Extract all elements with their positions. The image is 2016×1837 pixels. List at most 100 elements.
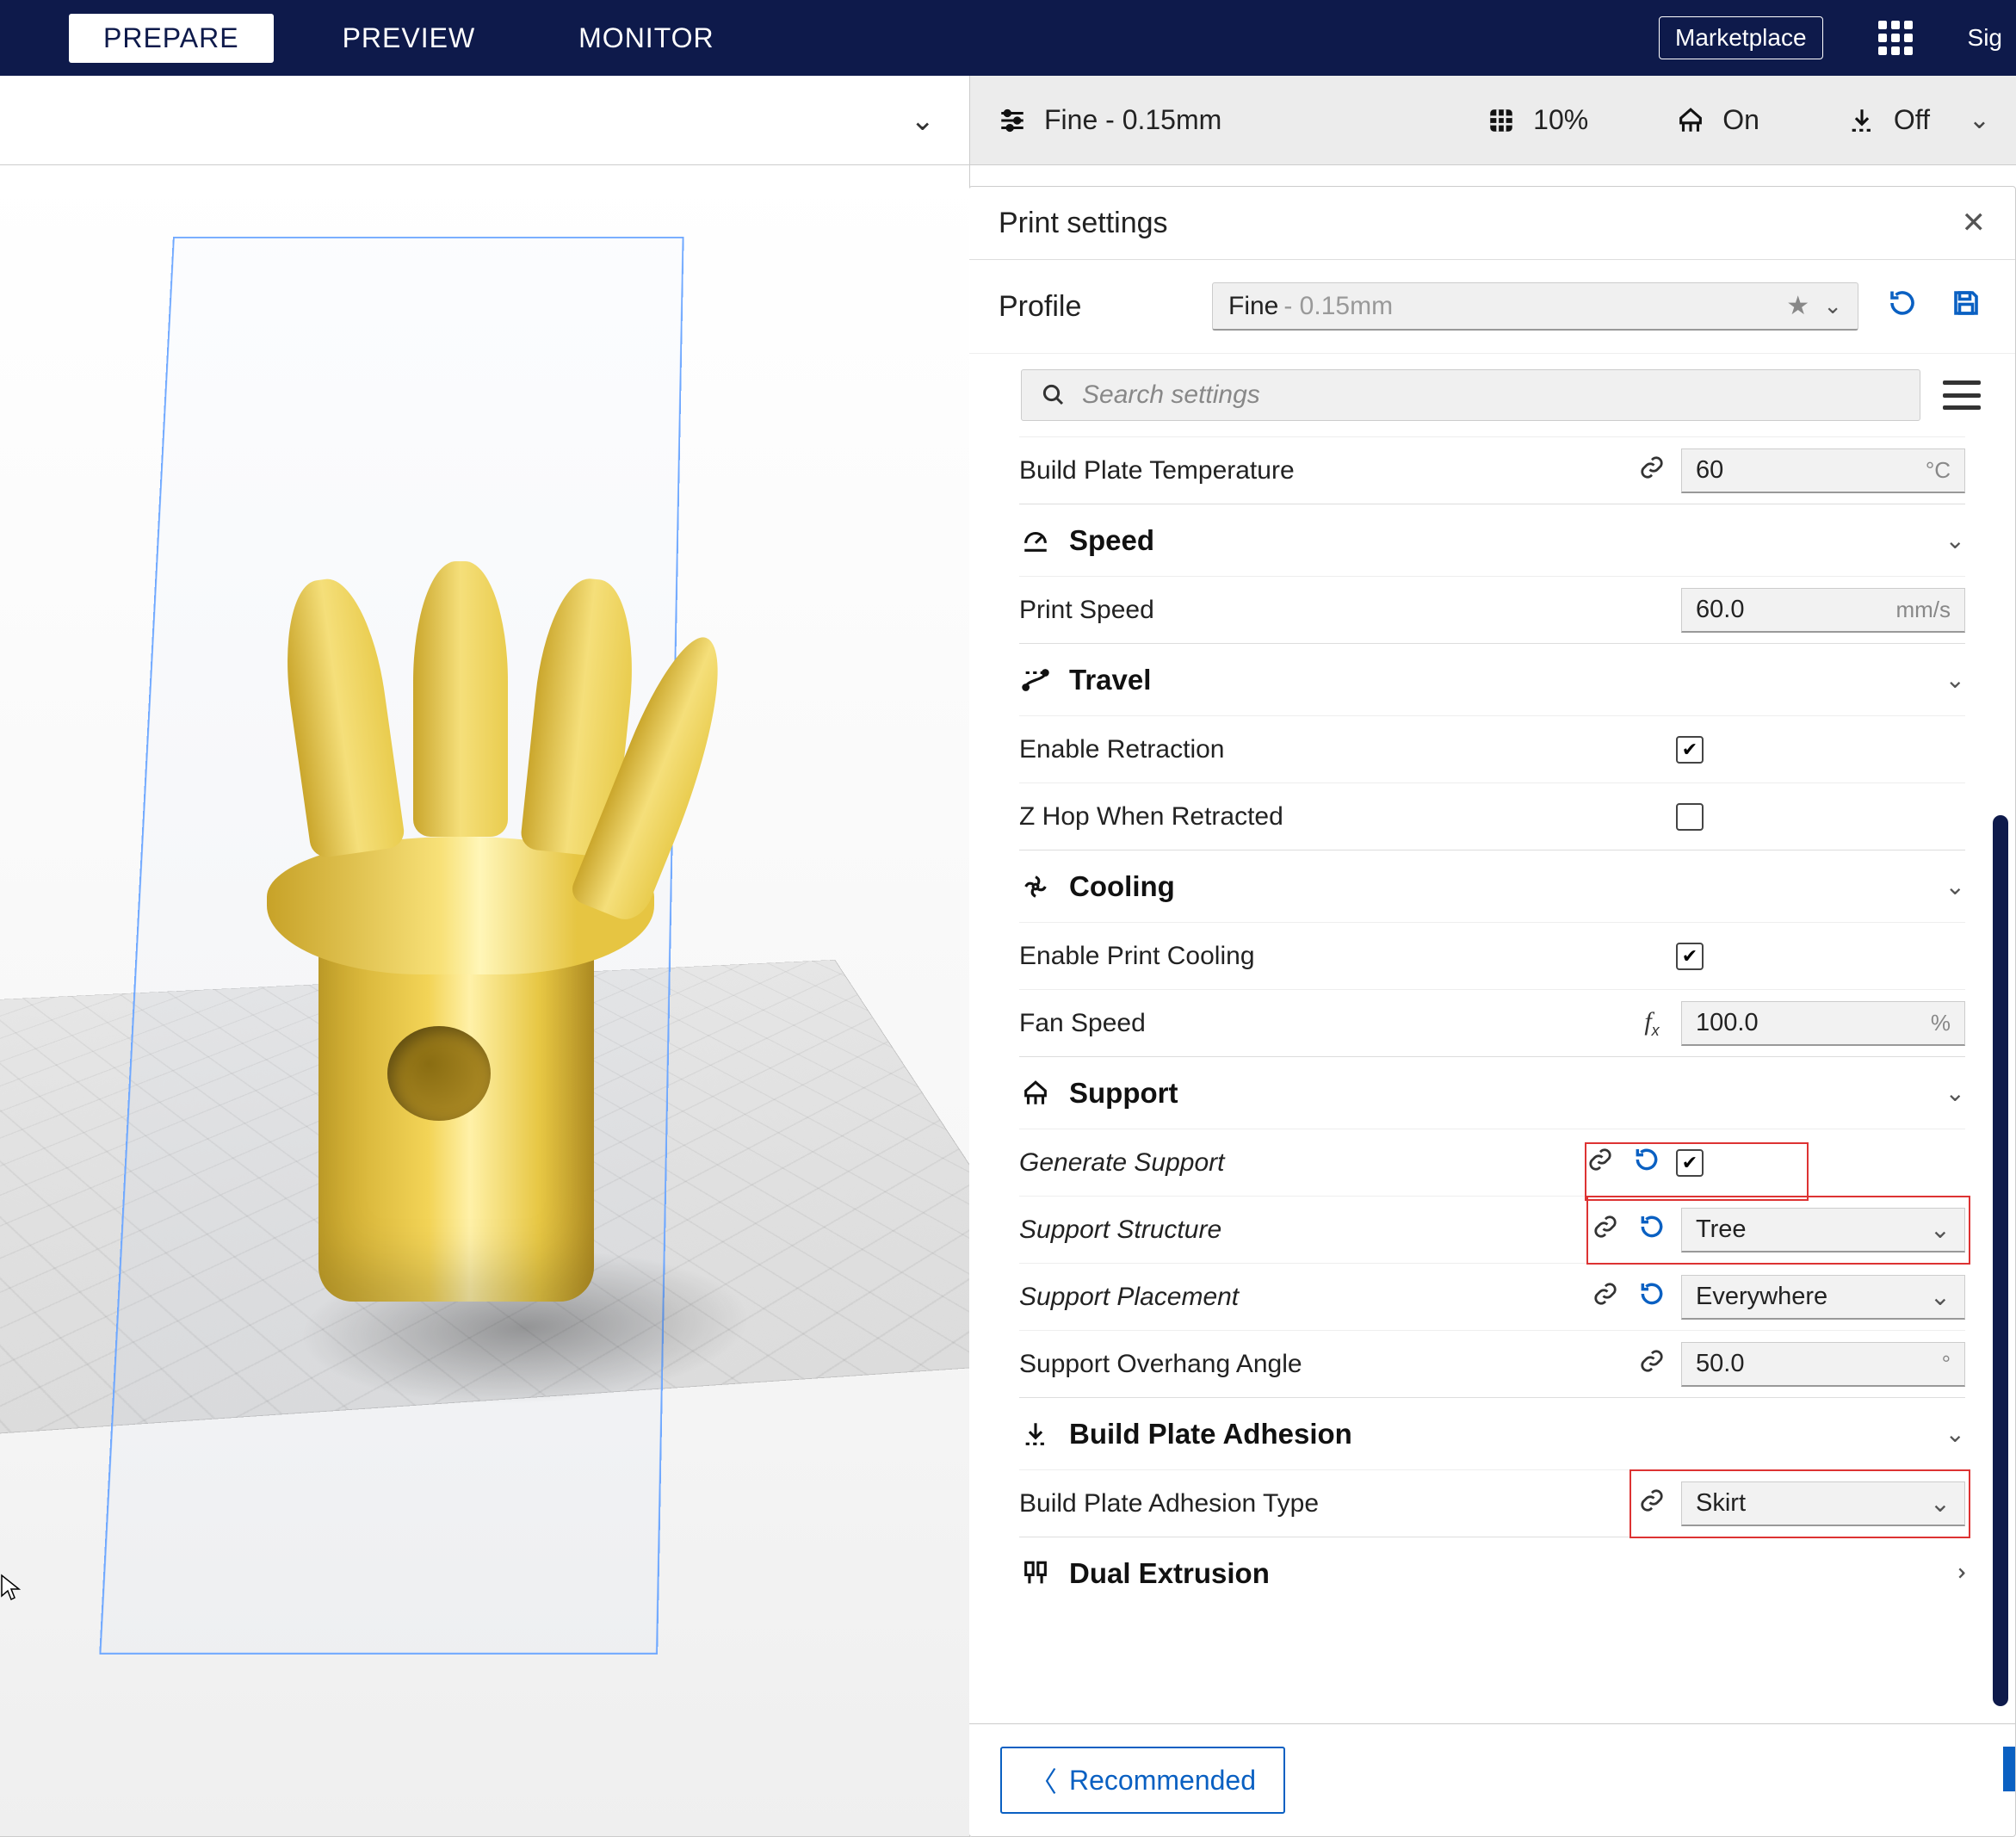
section-cooling[interactable]: Cooling ⌄ [1019,850,1965,922]
setting-support-overhang: Support Overhang Angle 50.0 ° [1019,1330,1965,1397]
chevron-down-icon: ⌄ [911,103,936,138]
tab-prepare[interactable]: PREPARE [69,14,274,63]
chevron-down-icon: ⌄ [1945,526,1965,554]
chevron-down-icon: ⌄ [1945,1420,1965,1448]
viewport-3d[interactable] [0,165,969,1836]
menu-icon[interactable] [1943,380,1981,410]
save-profile-button[interactable] [1946,288,1986,326]
adhesion-icon [1019,1418,1052,1450]
print-speed-input[interactable]: 60.0 mm/s [1681,588,1965,633]
setting-label: Build Plate Temperature [1019,456,1623,486]
chevron-down-icon: ⌄ [1945,665,1965,694]
support-placement-dropdown[interactable]: Everywhere ⌄ [1681,1275,1965,1320]
search-icon [1041,382,1067,408]
printer-selector[interactable]: ⌄ [0,76,969,165]
build-plate-temp-input[interactable]: 60 °C [1681,448,1965,493]
search-placeholder: Search settings [1082,380,1260,410]
section-adhesion[interactable]: Build Plate Adhesion ⌄ [1019,1397,1965,1469]
reset-icon[interactable] [1635,1213,1669,1247]
setting-label: Generate Support [1019,1148,1571,1178]
link-icon[interactable] [1588,1281,1623,1314]
panel-title: Print settings [999,207,1168,240]
setting-label: Support Placement [1019,1283,1576,1312]
support-overhang-input[interactable]: 50.0 ° [1681,1342,1965,1387]
cooling-icon [1019,870,1052,903]
profile-detail: - 0.15mm [1283,292,1393,321]
support-icon [1019,1077,1052,1110]
marketplace-button[interactable]: Marketplace [1659,16,1823,59]
settings-summary-bar[interactable]: Fine - 0.15mm 10% On [970,76,2016,165]
profile-label: Profile [999,290,1188,324]
setting-label: Print Speed [1019,596,1669,625]
infill-icon [1485,104,1518,137]
chevron-down-icon: ⌄ [1930,1488,1951,1518]
z-hop-checkbox[interactable] [1676,803,1704,831]
setting-adhesion-type: Build Plate Adhesion Type Skirt ⌄ [1019,1469,1965,1537]
link-icon[interactable] [1635,455,1669,487]
summary-adhesion-label: Off [1894,104,1930,136]
close-icon[interactable]: ✕ [1962,206,1987,240]
setting-fan-speed: Fan Speed fx 100.0 % [1019,989,1965,1056]
chevron-left-icon: 〈 [1030,1760,1057,1800]
section-travel[interactable]: Travel ⌄ [1019,643,1965,715]
summary-infill[interactable]: 10% [1485,104,1588,137]
setting-build-plate-temperature: Build Plate Temperature 60 °C [1019,436,1965,504]
tab-monitor[interactable]: MONITOR [544,14,749,63]
support-structure-dropdown[interactable]: Tree ⌄ [1681,1208,1965,1252]
formula-icon[interactable]: fx [1635,1007,1669,1040]
summary-support-label: On [1722,104,1759,136]
reset-icon[interactable] [1635,1280,1669,1314]
summary-infill-label: 10% [1533,104,1588,136]
setting-label: Build Plate Adhesion Type [1019,1489,1623,1518]
mouse-cursor [0,1574,21,1607]
chevron-down-icon: ⌄ [1823,293,1842,319]
resize-handle[interactable] [2003,1747,2015,1791]
setting-generate-support: Generate Support ✔ [1019,1129,1965,1196]
chevron-down-icon: ⌄ [1969,105,1990,135]
chevron-down-icon: ⌄ [1945,872,1965,900]
link-icon[interactable] [1588,1214,1623,1246]
generate-support-checkbox[interactable]: ✔ [1676,1149,1704,1177]
summary-adhesion[interactable]: Off [1846,104,1930,137]
chevron-down-icon: ⌄ [1945,1079,1965,1107]
setting-label: Enable Print Cooling [1019,942,1664,971]
setting-print-speed: Print Speed 60.0 mm/s [1019,576,1965,643]
star-icon[interactable]: ★ [1786,291,1809,321]
top-nav: PREPARE PREVIEW MONITOR Marketplace Sig [0,0,2016,76]
profile-dropdown[interactable]: Fine - 0.15mm ★ ⌄ [1212,282,1858,331]
fan-speed-input[interactable]: 100.0 % [1681,1001,1965,1046]
summary-profile-label: Fine - 0.15mm [1044,104,1221,136]
summary-profile[interactable]: Fine - 0.15mm [996,104,1221,137]
setting-support-structure: Support Structure Tree ⌄ [1019,1196,1965,1263]
setting-label: Support Overhang Angle [1019,1350,1623,1379]
dual-extrusion-icon [1019,1557,1052,1590]
profile-name: Fine [1228,292,1278,321]
reset-profile-button[interactable] [1883,288,1922,326]
enable-retraction-checkbox[interactable]: ✔ [1676,736,1704,764]
scrollbar[interactable] [1993,445,2008,1706]
signin-button[interactable]: Sig [1968,24,2002,52]
section-speed[interactable]: Speed ⌄ [1019,504,1965,576]
support-icon [1674,104,1707,137]
panel-header: Print settings ✕ [969,187,2015,260]
apps-icon[interactable] [1878,21,1913,55]
setting-enable-retraction: Enable Retraction ✔ [1019,715,1965,782]
setting-label: Fan Speed [1019,1009,1623,1038]
chevron-left-icon: ⌃ [1941,1563,1970,1583]
recommended-button[interactable]: 〈 Recommended [1000,1747,1285,1814]
setting-z-hop: Z Hop When Retracted [1019,782,1965,850]
summary-support[interactable]: On [1674,104,1759,137]
setting-enable-cooling: Enable Print Cooling ✔ [1019,922,1965,989]
link-icon[interactable] [1635,1348,1669,1381]
model-preview[interactable] [215,527,663,1353]
section-dual-extrusion[interactable]: Dual Extrusion ⌃ [1019,1537,1965,1609]
adhesion-type-dropdown[interactable]: Skirt ⌄ [1681,1481,1965,1526]
travel-icon [1019,664,1052,696]
setting-label: Support Structure [1019,1215,1576,1245]
search-input[interactable]: Search settings [1021,369,1920,421]
setting-support-placement: Support Placement Everywhere ⌄ [1019,1263,1965,1330]
link-icon[interactable] [1635,1488,1669,1520]
enable-cooling-checkbox[interactable]: ✔ [1676,943,1704,970]
section-support[interactable]: Support ⌄ [1019,1056,1965,1129]
tab-preview[interactable]: PREVIEW [308,14,510,63]
